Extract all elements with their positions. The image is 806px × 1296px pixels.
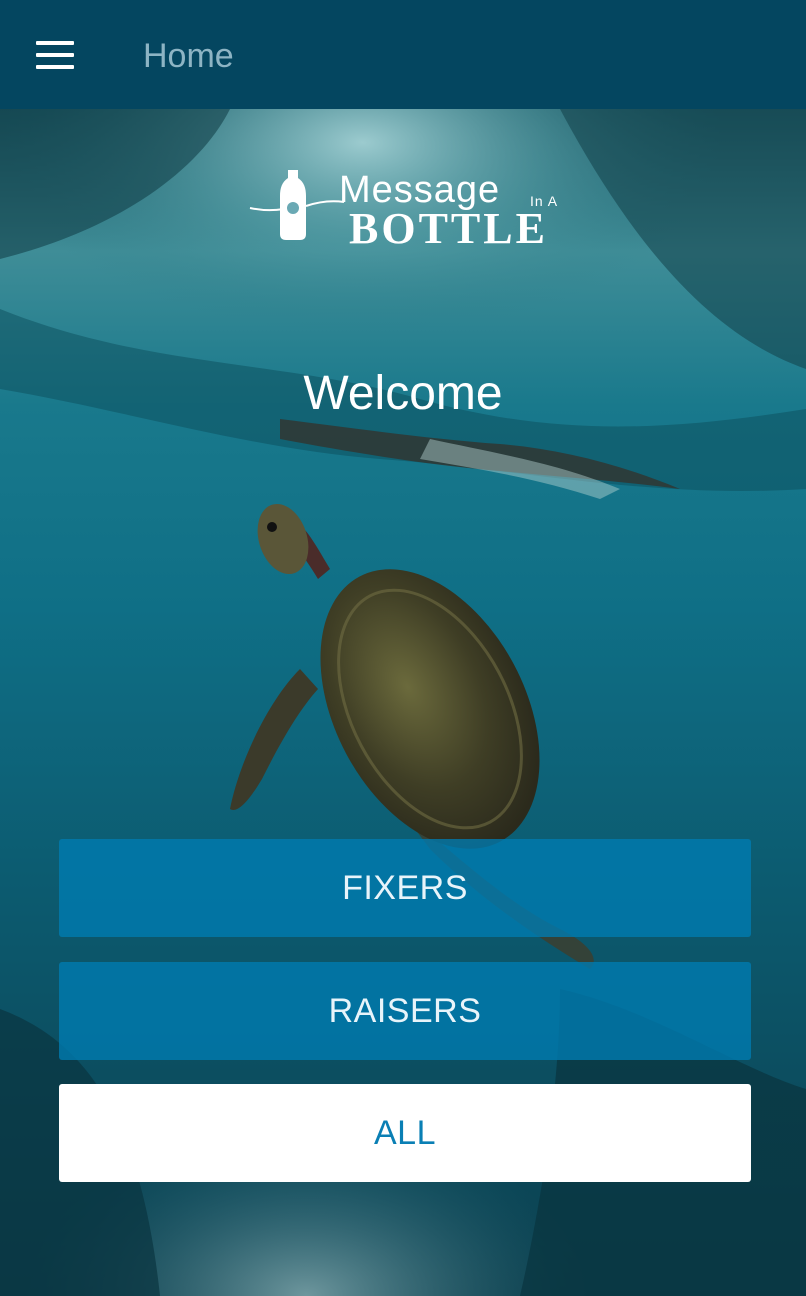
fixers-button[interactable]: FIXERS bbox=[59, 839, 751, 937]
message-in-a-bottle-logo: Message In A BOTTLE bbox=[248, 168, 564, 252]
bottle-logo-icon bbox=[249, 170, 344, 240]
page-title: Home bbox=[143, 37, 234, 75]
logo-bottle-text: BOTTLE bbox=[349, 204, 548, 253]
home-screen: Home Message In A BOTTLE Welcome FIXERS … bbox=[0, 0, 806, 1296]
app-bar: Home bbox=[0, 0, 806, 109]
raisers-button[interactable]: RAISERS bbox=[59, 962, 751, 1060]
all-button[interactable]: ALL bbox=[59, 1084, 751, 1182]
hamburger-menu-icon[interactable] bbox=[36, 41, 74, 69]
welcome-heading: Welcome bbox=[303, 367, 503, 420]
